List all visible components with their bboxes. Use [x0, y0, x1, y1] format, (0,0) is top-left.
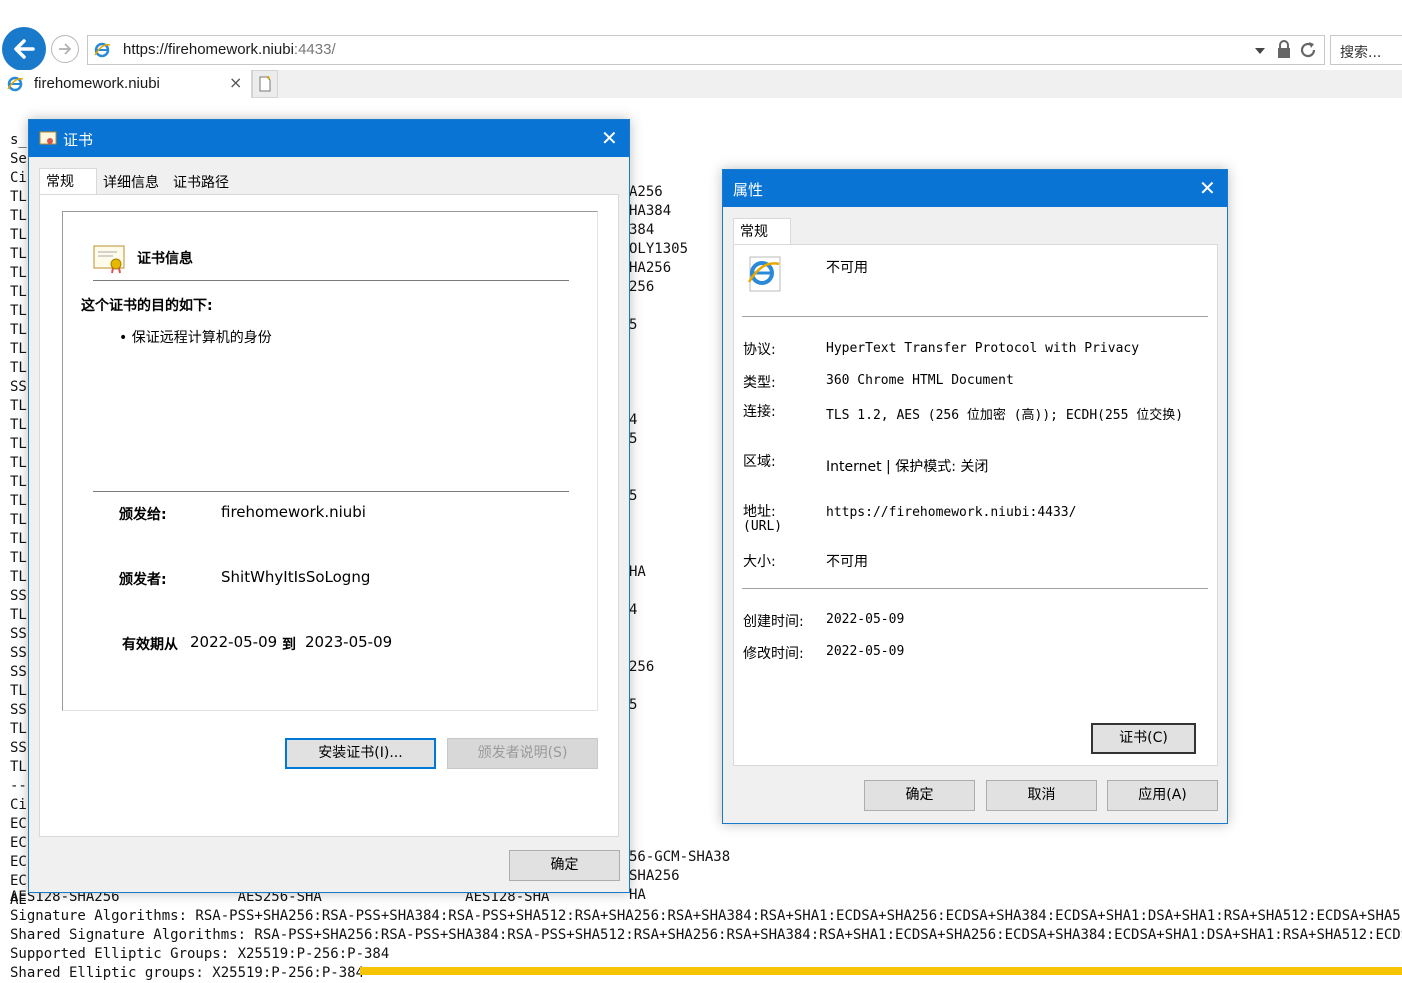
created-value: 2022-05-09: [826, 612, 905, 627]
page-text-right: A256 HA384 384 OLY1305 HA256 256 5 4 5 5…: [629, 184, 731, 903]
dropdown-icon[interactable]: [1254, 44, 1266, 60]
properties-dialog: 属性 ✕ 常规 不可用 协议: HyperText Transfer Proto…: [722, 169, 1228, 824]
back-arrow-icon: [14, 39, 35, 59]
tab-details[interactable]: 详细信息: [97, 170, 165, 196]
valid-to-value: 2023-05-09: [305, 633, 393, 651]
address-text[interactable]: https://firehomework.niubi:4433/: [123, 41, 336, 58]
refresh-icon[interactable]: [1298, 40, 1318, 64]
zone-label: 区域:: [743, 454, 776, 470]
title-unavailable: 不可用: [826, 260, 868, 276]
close-icon[interactable]: ✕: [601, 126, 618, 150]
modified-label: 修改时间:: [743, 646, 804, 662]
protocol-label: 协议:: [743, 342, 776, 358]
certificate-button[interactable]: 证书(C): [1091, 723, 1196, 754]
cert-general-panel: 证书信息 这个证书的目的如下: • 保证远程计算机的身份 颁发给: fireho…: [39, 194, 619, 837]
issuer-statement-button[interactable]: 颁发者说明(S): [447, 738, 598, 769]
type-label: 类型:: [743, 375, 776, 391]
lock-icon[interactable]: [1276, 40, 1292, 64]
address-label-url: (URL): [743, 519, 783, 534]
tab-strip: [278, 70, 1402, 98]
address-value: https://firehomework.niubi:4433/: [826, 505, 1077, 520]
props-title: 属性: [733, 181, 764, 199]
divider: [93, 491, 569, 492]
cert-title: 证书: [63, 131, 94, 149]
purpose-heading: 这个证书的目的如下:: [81, 298, 213, 314]
apply-button[interactable]: 应用(A): [1107, 780, 1218, 811]
forward-button[interactable]: [51, 35, 79, 63]
modified-value: 2022-05-09: [826, 644, 905, 659]
ie-page-icon: [93, 41, 111, 63]
cancel-button[interactable]: 取消: [986, 780, 1097, 811]
ok-button[interactable]: 确定: [509, 850, 620, 881]
issued-by-value: ShitWhyItIsSoLogng: [221, 568, 371, 586]
new-tab-button[interactable]: [252, 70, 278, 98]
connection-value: TLS 1.2, AES (256 位加密 (高)); ECDH(255 位交换…: [826, 408, 1184, 423]
cert-titlebar: 证书 ✕: [29, 120, 629, 157]
install-cert-button[interactable]: 安装证书(I)...: [285, 738, 436, 769]
back-button[interactable]: [2, 27, 46, 71]
cert-info-box: 证书信息 这个证书的目的如下: • 保证远程计算机的身份 颁发给: fireho…: [62, 211, 598, 711]
props-general-panel: 不可用 协议: HyperText Transfer Protocol with…: [733, 244, 1218, 766]
tab-ie-icon: [6, 75, 24, 97]
tab-close-icon[interactable]: ×: [229, 73, 242, 92]
size-value: 不可用: [826, 554, 868, 570]
purpose-item: • 保证远程计算机的身份: [119, 330, 272, 346]
notification-bar: [360, 967, 1402, 975]
certificate-dialog: 证书 ✕ 常规 详细信息 证书路径 证书信息 这个证书的目的如下: • 保证远程…: [28, 119, 630, 893]
divider: [742, 316, 1208, 317]
valid-to-label: 到: [282, 637, 296, 653]
close-icon[interactable]: ✕: [1199, 176, 1216, 200]
tab-general[interactable]: 常规: [39, 168, 97, 194]
issued-by-label: 颁发者:: [119, 572, 167, 588]
page-text-left: s_ Se Ci TL TL TL TL TL TL TL TL TL TL S…: [10, 132, 27, 908]
issued-to-value: firehomework.niubi: [221, 503, 366, 521]
forward-arrow-icon: [59, 43, 72, 55]
certificate-icon: [93, 244, 127, 278]
divider: [93, 280, 569, 281]
tab-cert-path[interactable]: 证书路径: [167, 170, 235, 196]
ok-button[interactable]: 确定: [864, 780, 975, 811]
cert-info-heading: 证书信息: [137, 251, 193, 267]
ie-document-icon: [744, 255, 784, 297]
issued-to-label: 颁发给:: [119, 507, 167, 523]
zone-value: Internet | 保护模式: 关闭: [826, 459, 989, 475]
divider: [742, 588, 1208, 589]
type-value: 360 Chrome HTML Document: [826, 373, 1014, 388]
created-label: 创建时间:: [743, 614, 804, 630]
tab-title: firehomework.niubi: [34, 75, 160, 92]
address-label: 地址:: [743, 504, 776, 520]
new-tab-icon: [259, 76, 271, 92]
tab-general[interactable]: 常规: [733, 218, 791, 244]
protocol-value: HyperText Transfer Protocol with Privacy: [826, 341, 1140, 356]
size-label: 大小:: [743, 554, 776, 570]
connection-label: 连接:: [743, 404, 776, 420]
search-box[interactable]: 搜索...: [1330, 35, 1402, 65]
props-titlebar: 属性 ✕: [723, 170, 1227, 207]
valid-from-label: 有效期从: [122, 637, 178, 653]
certificate-icon: [39, 131, 57, 151]
valid-from-value: 2022-05-09: [190, 633, 278, 651]
